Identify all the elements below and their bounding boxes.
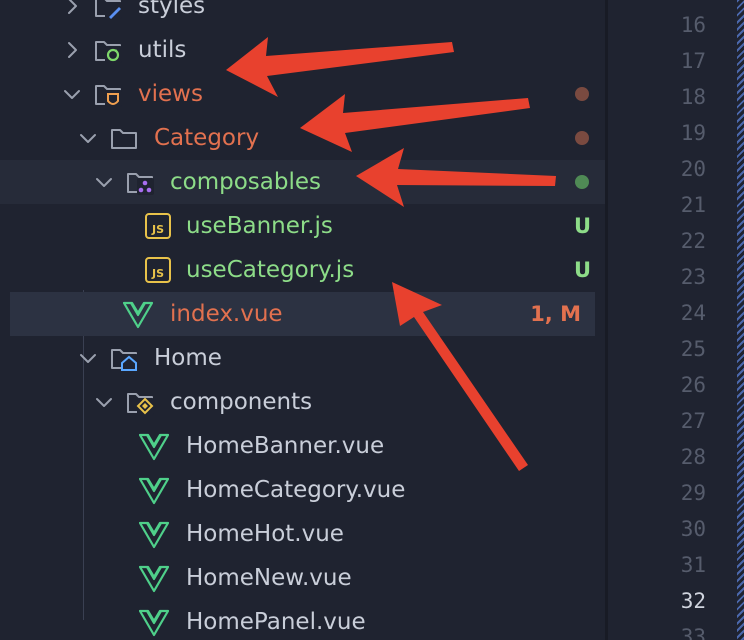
chevron-down-icon[interactable] xyxy=(78,128,98,148)
tree-item-label: HomeBanner.vue xyxy=(186,433,385,459)
folder-brush-icon xyxy=(93,0,123,21)
chevron-right-icon[interactable] xyxy=(62,0,82,16)
tree-item-homehot-vue[interactable]: HomeHot.vue xyxy=(0,512,605,556)
tree-item-label: composables xyxy=(170,169,321,195)
tree-item-label: index.vue xyxy=(170,301,283,327)
chevron-down-icon[interactable] xyxy=(78,348,98,368)
tree-item-utils[interactable]: utils xyxy=(0,28,605,72)
line-number: 24 xyxy=(680,301,706,325)
chevron-down-icon[interactable] xyxy=(94,392,114,412)
tree-item-label: useCategory.js xyxy=(186,257,355,283)
tree-item-category[interactable]: Category xyxy=(0,116,605,160)
line-number: 32 xyxy=(680,589,706,613)
tree-item-homebanner-vue[interactable]: HomeBanner.vue xyxy=(0,424,605,468)
tree-item-label: Category xyxy=(154,125,260,151)
tree-item-homenew-vue[interactable]: HomeNew.vue xyxy=(0,556,605,600)
js-file-icon: JS xyxy=(143,255,173,285)
line-number: 26 xyxy=(680,373,706,397)
vue-file-icon xyxy=(138,519,170,549)
line-number: 23 xyxy=(680,265,706,289)
tree-item-homecategory-vue[interactable]: HomeCategory.vue xyxy=(0,468,605,512)
line-number: 16 xyxy=(680,13,706,37)
chevron-down-icon[interactable] xyxy=(62,84,82,104)
tree-item-label: styles xyxy=(138,0,206,19)
file-explorer: styles utils views Category composables JS use… xyxy=(0,0,605,640)
tree-item-label: HomePanel.vue xyxy=(186,609,366,635)
vue-file-icon xyxy=(138,563,170,593)
tree-item-label: HomeNew.vue xyxy=(186,565,352,591)
line-number: 33 xyxy=(680,625,706,640)
vscode-window: styles utils views Category composables JS use… xyxy=(0,0,744,640)
folder-home-icon xyxy=(109,343,139,373)
git-status-dot xyxy=(575,87,589,101)
tree-item-composables[interactable]: composables xyxy=(0,160,605,204)
tree-item-views[interactable]: views xyxy=(0,72,605,116)
line-number: 29 xyxy=(680,481,706,505)
tree-item-label: HomeHot.vue xyxy=(186,521,344,547)
line-number: 21 xyxy=(680,193,706,217)
tree-item-label: useBanner.js xyxy=(186,213,333,239)
line-number: 28 xyxy=(680,445,706,469)
svg-text:JS: JS xyxy=(151,267,164,280)
tree-item-index-vue[interactable]: index.vue 1, M xyxy=(10,292,595,336)
scrollbar[interactable] xyxy=(737,0,744,640)
vue-file-icon xyxy=(138,431,170,461)
tree-item-homepanel-vue[interactable]: HomePanel.vue xyxy=(0,600,605,640)
git-status-badge: U xyxy=(573,214,591,238)
git-status-badge: 1, M xyxy=(530,302,581,326)
tree-item-styles[interactable]: styles xyxy=(0,0,605,28)
tree-item-label: components xyxy=(170,389,313,415)
tree-item-usecategory-js[interactable]: JS useCategory.js U xyxy=(0,248,605,292)
line-number: 18 xyxy=(680,85,706,109)
folder-utils-icon xyxy=(93,35,123,65)
line-number: 27 xyxy=(680,409,706,433)
tree-item-label: utils xyxy=(138,37,187,63)
svg-text:JS: JS xyxy=(151,223,164,236)
vue-file-icon xyxy=(138,475,170,505)
folder-views-icon xyxy=(93,79,123,109)
tree-item-components[interactable]: components xyxy=(0,380,605,424)
line-number: 19 xyxy=(680,121,706,145)
folder-icon xyxy=(109,123,139,153)
vue-file-icon xyxy=(138,607,170,637)
line-number: 17 xyxy=(680,49,706,73)
tree-item-label: views xyxy=(138,81,203,107)
git-status-dot xyxy=(575,131,589,145)
line-number: 20 xyxy=(680,157,706,181)
vue-file-icon xyxy=(122,299,154,329)
folder-composables-icon xyxy=(125,167,155,197)
tree-item-usebanner-js[interactable]: JS useBanner.js U xyxy=(0,204,605,248)
line-number: 30 xyxy=(680,517,706,541)
js-file-icon: JS xyxy=(143,211,173,241)
tree-item-home[interactable]: Home xyxy=(0,336,605,380)
git-status-dot xyxy=(575,175,589,189)
line-number: 31 xyxy=(680,553,706,577)
tree-item-label: Home xyxy=(154,345,222,371)
tree-item-label: HomeCategory.vue xyxy=(186,477,406,503)
line-number: 25 xyxy=(680,337,706,361)
chevron-down-icon[interactable] xyxy=(94,172,114,192)
folder-components-icon xyxy=(125,387,155,417)
line-number: 22 xyxy=(680,229,706,253)
chevron-right-icon[interactable] xyxy=(62,40,82,60)
git-status-badge: U xyxy=(573,258,591,282)
